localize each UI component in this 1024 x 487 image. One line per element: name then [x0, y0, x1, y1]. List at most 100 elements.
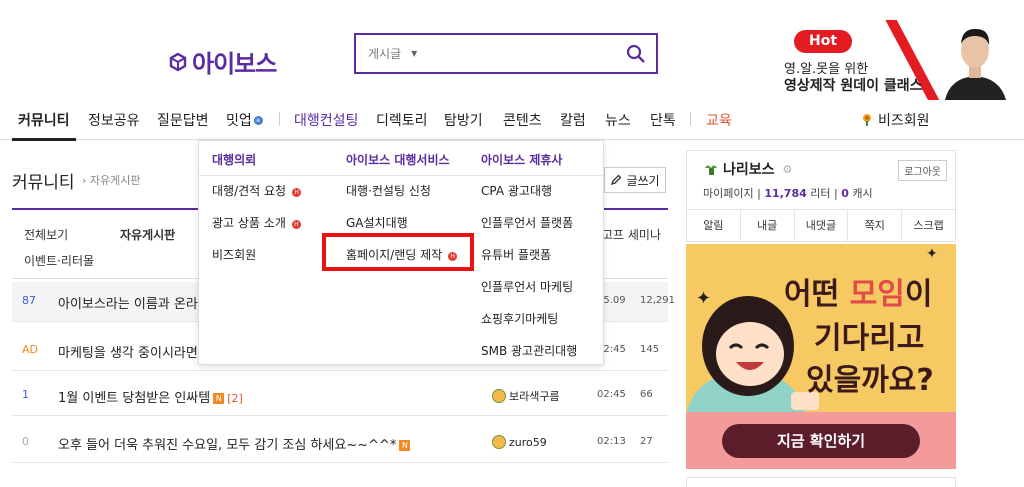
- profile-card: 나리보스 ⚙ 로그아웃 마이페이지 | 11,784 리터 | 0 캐시 알림 …: [686, 150, 956, 242]
- row-author-name: 보라색구름: [509, 390, 560, 403]
- nav-item-meetup[interactable]: 밋업 e: [226, 110, 263, 130]
- svg-text:✦: ✦: [696, 288, 711, 309]
- user-level-icon: [492, 435, 506, 449]
- row-num: AD: [22, 343, 38, 356]
- user-level-icon: [705, 165, 717, 175]
- banner-line1-highlight: 모임: [849, 277, 905, 312]
- header-ad-banner[interactable]: Hot 영.알.못을 위한 영상제작 원데이 클래스: [770, 20, 1024, 100]
- banner-line3: 있을까요?: [806, 363, 934, 398]
- instructor-photo: [940, 20, 1010, 100]
- subtab-event[interactable]: 이벤트·리터몰: [24, 252, 94, 269]
- row-num: 1: [22, 388, 29, 401]
- menu-item-influencer-platform[interactable]: 인플루언서 플랫폼: [481, 214, 573, 231]
- banner-cta-button[interactable]: 지금 확인하기: [722, 424, 920, 458]
- table-row[interactable]: 1 1월 이벤트 당첨받은 인싸템 N [2] 보라색구름 02:45 66: [12, 376, 668, 416]
- row-num: 87: [22, 294, 36, 307]
- biz-member-label: 비즈회원: [878, 113, 930, 129]
- menu-item-quote-request[interactable]: 대행/견적 요청 H: [212, 182, 302, 199]
- comment-count: [2]: [227, 392, 243, 405]
- site-logo[interactable]: 아이보스: [168, 44, 277, 79]
- side-ad-banner[interactable]: ✦ 어떤 모임이 기다리고 있을까요? ✦ 지금 확인하기: [686, 244, 956, 469]
- hot-dot-badge: H: [292, 188, 302, 197]
- write-button[interactable]: 글쓰기: [604, 167, 666, 193]
- tab-messages[interactable]: 쪽지: [848, 210, 903, 241]
- row-time: 02:45: [597, 389, 626, 400]
- search-bar: 게시글 ▼: [354, 33, 658, 74]
- dropdown-col2-head: 아이보스 대행서비스: [346, 153, 450, 167]
- row-title[interactable]: 마케팅을 생각 중이시라면: [58, 342, 198, 361]
- tab-scrap[interactable]: 스크랩: [902, 210, 955, 241]
- nav-item-community[interactable]: 커뮤니티: [18, 110, 70, 130]
- menu-item-youtuber-platform[interactable]: 유튜버 플랫폼: [481, 246, 551, 263]
- row-author[interactable]: 보라색구름: [492, 388, 560, 404]
- dropdown-col3-head: 아이보스 제휴사: [481, 153, 563, 167]
- logout-button[interactable]: 로그아웃: [898, 160, 947, 181]
- nav-item-news[interactable]: 뉴스: [605, 110, 631, 130]
- menu-item-label: 광고 상품 소개: [212, 216, 286, 230]
- row-views: 145: [640, 344, 660, 355]
- row-views: 27: [640, 436, 653, 447]
- profile-tabs: 알림 내글 내댓글 쪽지 스크랩: [687, 209, 955, 241]
- row-views: 66: [640, 389, 653, 400]
- mypage-link[interactable]: 마이페이지: [703, 187, 754, 200]
- main-nav: 커뮤니티 정보공유 질문답변 밋업 e 대행컨설팅 디렉토리 탐방기 콘텐츠 칼럼…: [0, 98, 1024, 141]
- row-author[interactable]: zuro59: [492, 435, 547, 449]
- menu-item-ad-products[interactable]: 광고 상품 소개 H: [212, 214, 301, 231]
- nav-item-education[interactable]: 교육: [706, 110, 732, 130]
- hot-badge: Hot: [794, 30, 852, 53]
- next-widget-box: [686, 477, 956, 487]
- biz-member-link[interactable]: 비즈회원: [860, 110, 930, 130]
- dropdown-col1-head: 대행의뢰: [212, 153, 257, 167]
- tab-my-comments[interactable]: 내댓글: [795, 210, 849, 241]
- profile-name[interactable]: 나리보스 ⚙: [703, 159, 792, 179]
- nav-item-agency[interactable]: 대행컨설팅: [294, 110, 358, 130]
- breadcrumb: › 자유게시판: [82, 174, 141, 187]
- breadcrumb-current: 자유게시판: [89, 174, 141, 187]
- nav-divider: [690, 112, 691, 126]
- menu-item-influencer-marketing[interactable]: 인플루언서 마케팅: [481, 278, 573, 295]
- row-title-wrap[interactable]: 1월 이벤트 당첨받은 인싸템 N [2]: [58, 387, 243, 406]
- liter-unit: 리터: [810, 187, 831, 200]
- banner-line1-a: 어떤: [784, 277, 850, 312]
- row-title[interactable]: 아이보스라는 이름과 온라: [58, 293, 198, 312]
- banner-line2: 기다리고: [814, 321, 925, 356]
- search-scope-label: 게시글: [368, 47, 402, 61]
- profile-stats: 마이페이지 | 11,784 리터 | 0 캐시: [703, 187, 873, 200]
- menu-item-review-marketing[interactable]: 쇼핑후기마케팅: [481, 310, 558, 327]
- nav-item-chat[interactable]: 단톡: [650, 110, 676, 130]
- row-title: 1월 이벤트 당첨받은 인싸템: [58, 391, 211, 406]
- pencil-icon: [611, 174, 622, 186]
- row-title-wrap[interactable]: 오후 들어 더욱 추워진 수요일, 모두 감기 조심 하세요~~^^* N: [58, 434, 411, 453]
- subtab-seminar[interactable]: 고프 세미나: [602, 226, 661, 243]
- page-title: 커뮤니티: [12, 173, 75, 193]
- write-button-label: 글쓰기: [626, 173, 660, 188]
- new-badge: N: [399, 440, 411, 451]
- row-num: 0: [22, 435, 29, 448]
- menu-item-smb-ads[interactable]: SMB 광고관리대행: [481, 342, 577, 359]
- nav-item-tour[interactable]: 탐방기: [444, 110, 483, 130]
- menu-item-label: 대행/견적 요청: [212, 184, 287, 198]
- row-author-name: zuro59: [509, 435, 547, 449]
- table-row[interactable]: 0 오후 들어 더욱 추워진 수요일, 모두 감기 조심 하세요~~^^* N z…: [12, 423, 668, 463]
- tab-my-posts[interactable]: 내글: [741, 210, 795, 241]
- menu-item-ga-install[interactable]: GA설치대행: [346, 214, 408, 231]
- nav-item-directory[interactable]: 디렉토리: [376, 110, 428, 130]
- sparkle-icon: ✦: [926, 246, 938, 262]
- nav-item-contents[interactable]: 콘텐츠: [503, 110, 542, 130]
- menu-item-cpa[interactable]: CPA 광고대행: [481, 182, 552, 199]
- search-icon[interactable]: [616, 44, 656, 64]
- nav-item-info[interactable]: 정보공유: [88, 110, 140, 130]
- ad-line2: 영상제작 원데이 클래스: [784, 78, 923, 94]
- nav-item-qna[interactable]: 질문답변: [157, 110, 209, 130]
- user-level-icon: [492, 389, 506, 403]
- menu-item-biz-member[interactable]: 비즈회원: [212, 246, 256, 263]
- search-scope-select[interactable]: 게시글 ▼: [356, 45, 436, 62]
- highlight-box: [322, 233, 474, 271]
- nav-item-column[interactable]: 칼럼: [560, 110, 586, 130]
- subtab-free[interactable]: 자유게시판: [120, 226, 175, 243]
- subtab-all[interactable]: 전체보기: [24, 226, 68, 243]
- row-title: 오후 들어 더욱 추워진 수요일, 모두 감기 조심 하세요~~^^*: [58, 438, 397, 453]
- gear-icon[interactable]: ⚙: [783, 163, 793, 176]
- tab-notifications[interactable]: 알림: [687, 210, 741, 241]
- menu-item-consulting-apply[interactable]: 대행·컨설팅 신청: [346, 182, 431, 199]
